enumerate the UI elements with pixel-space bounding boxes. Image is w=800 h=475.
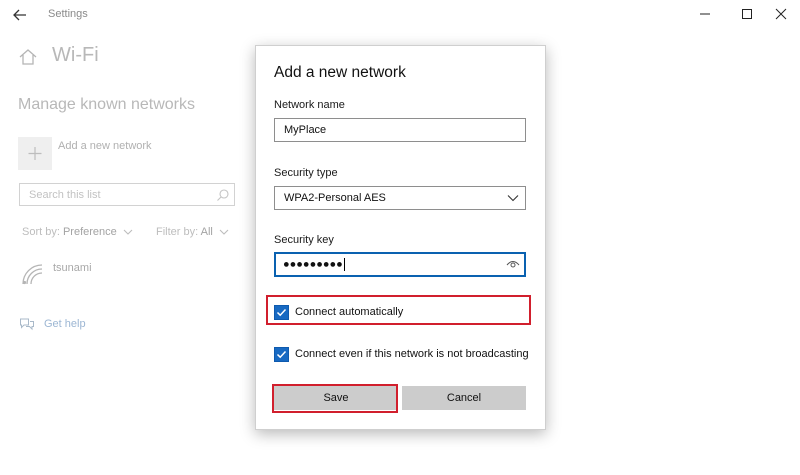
- security-type-value: WPA2-Personal AES: [284, 192, 386, 204]
- eye-icon[interactable]: [506, 258, 520, 270]
- section-title: Manage known networks: [18, 96, 195, 113]
- add-network-dialog: Add a new network Network name MyPlace S…: [255, 45, 546, 430]
- maximize-button[interactable]: [736, 4, 758, 24]
- home-button[interactable]: [18, 47, 38, 67]
- maximize-icon: [742, 9, 752, 19]
- chevron-down-icon: [507, 195, 519, 202]
- home-icon: [19, 49, 37, 65]
- cancel-button[interactable]: Cancel: [402, 386, 526, 410]
- page-title: Wi-Fi: [52, 44, 99, 66]
- minimize-button[interactable]: [694, 4, 716, 24]
- title-bar: Settings: [0, 0, 800, 30]
- filter-value: All: [200, 226, 213, 238]
- sort-dropdown[interactable]: Sort by: Preference: [22, 226, 133, 238]
- network-name-label: Network name: [274, 99, 345, 111]
- security-key-value: ●●●●●●●●●: [283, 258, 345, 271]
- network-name-value: MyPlace: [284, 124, 327, 136]
- chevron-down-icon: [219, 229, 229, 235]
- filter-label: Filter by:: [156, 226, 199, 238]
- highlight-save-button: [272, 384, 398, 413]
- connect-hidden-label: Connect even if this network is not broa…: [295, 348, 529, 360]
- help-icon: [20, 318, 34, 331]
- minimize-icon: [700, 13, 710, 15]
- back-button[interactable]: [10, 5, 30, 25]
- search-input[interactable]: Search this list: [19, 183, 235, 206]
- security-type-select[interactable]: WPA2-Personal AES: [274, 186, 526, 210]
- security-key-field[interactable]: ●●●●●●●●●: [274, 252, 526, 277]
- network-name-field[interactable]: MyPlace: [274, 118, 526, 142]
- get-help-link[interactable]: Get help: [44, 318, 86, 330]
- add-network-label[interactable]: Add a new network: [58, 140, 152, 152]
- chevron-down-icon: [123, 229, 133, 235]
- connect-hidden-option[interactable]: Connect even if this network is not broa…: [274, 347, 534, 365]
- close-icon: [775, 8, 787, 20]
- connect-hidden-checkbox[interactable]: [274, 347, 289, 362]
- filter-dropdown[interactable]: Filter by: All: [156, 226, 229, 238]
- search-placeholder: Search this list: [29, 189, 101, 201]
- security-type-label: Security type: [274, 167, 338, 179]
- sort-value: Preference: [62, 226, 117, 238]
- close-button[interactable]: [770, 4, 792, 24]
- plus-icon: [28, 147, 42, 160]
- wifi-icon: [22, 264, 43, 285]
- network-name: tsunami: [53, 262, 92, 274]
- security-key-label: Security key: [274, 234, 334, 246]
- back-arrow-icon: [13, 9, 26, 21]
- dialog-title: Add a new network: [274, 64, 406, 81]
- search-icon: [217, 189, 229, 201]
- add-network-button[interactable]: [18, 137, 52, 170]
- highlight-connect-automatically: [266, 295, 531, 325]
- sort-label: Sort by:: [22, 226, 60, 238]
- checkmark-icon: [276, 350, 287, 359]
- app-title: Settings: [48, 8, 88, 20]
